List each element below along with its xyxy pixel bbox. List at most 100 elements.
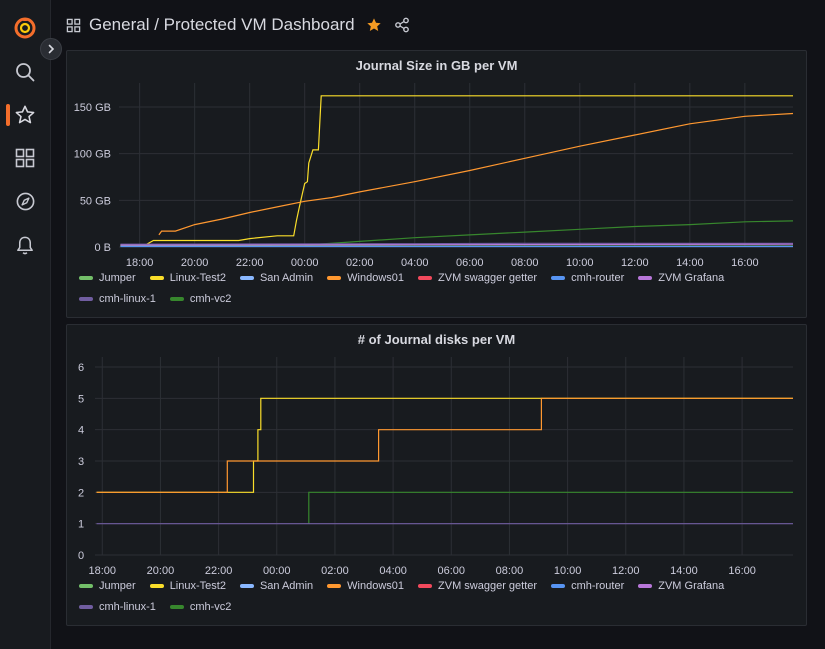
y-tick-label: 4 <box>78 425 84 437</box>
legend-label: Jumper <box>99 272 136 284</box>
legend-swatch <box>149 584 164 588</box>
chart-legend: Jumper Linux-Test2 San Admin Windows01 ZVM s… <box>79 270 798 307</box>
star-filled-icon[interactable] <box>366 17 382 33</box>
legend-item[interactable]: ZVM swagger getter <box>418 578 537 594</box>
breadcrumb: General / Protected VM Dashboard <box>66 12 410 38</box>
x-tick-label: 04:00 <box>379 565 407 577</box>
legend-item[interactable]: cmh-linux-1 <box>79 599 156 615</box>
journal-size-chart[interactable]: 0 B 50 GB 100 GB 150 GB 18:00 20:00 22:00 00:00… <box>67 51 806 271</box>
chevron-right-icon <box>48 44 55 54</box>
legend-swatch <box>638 584 653 588</box>
x-tick-label: 20:00 <box>147 565 175 577</box>
legend-item[interactable]: cmh-router <box>551 270 624 286</box>
legend-swatch <box>327 276 342 280</box>
series-line-windows01[interactable] <box>96 397 794 493</box>
y-tick-label: 2 <box>78 487 84 499</box>
y-tick-label: 1 <box>78 519 84 531</box>
legend-item[interactable]: Windows01 <box>327 270 404 286</box>
journal-size-panel: Journal Size in GB per VM 0 B 50 GB 100 GB… <box>66 50 807 318</box>
page-title[interactable]: Protected VM Dashboard <box>164 15 355 35</box>
legend-swatch <box>169 297 184 301</box>
legend-swatch <box>327 584 342 588</box>
legend-label: ZVM swagger getter <box>438 272 538 284</box>
legend-swatch <box>239 276 254 280</box>
legend-item[interactable]: cmh-vc2 <box>169 599 232 615</box>
explore-compass-icon[interactable] <box>13 189 37 213</box>
series-line-linux-test2[interactable] <box>96 397 794 493</box>
starred-icon[interactable] <box>13 103 37 127</box>
x-tick-label: 00:00 <box>263 565 291 577</box>
y-tick-label: 0 B <box>94 242 111 254</box>
legend-label: San Admin <box>259 272 314 284</box>
legend-label: cmh-router <box>571 272 625 284</box>
series-line-cmh-vc2[interactable] <box>308 491 793 524</box>
y-tick-label: 50 GB <box>80 195 111 207</box>
legend-item[interactable]: Windows01 <box>327 578 404 594</box>
x-tick-label: 20:00 <box>181 257 209 269</box>
legend-label: Linux-Test2 <box>169 272 226 284</box>
legend-swatch <box>418 584 433 588</box>
y-tick-label: 100 GB <box>74 149 111 161</box>
dashboards-icon[interactable] <box>13 146 37 170</box>
legend-label: ZVM Grafana <box>658 580 725 592</box>
search-icon[interactable] <box>13 60 37 84</box>
x-tick-label: 10:00 <box>554 565 582 577</box>
legend-swatch <box>418 276 433 280</box>
series-line-cmh-vc2[interactable] <box>304 220 794 246</box>
legend-swatch <box>79 584 93 588</box>
x-tick-label: 06:00 <box>456 257 484 269</box>
sidebar-expand-button[interactable] <box>40 38 62 60</box>
x-tick-label: 08:00 <box>511 257 539 269</box>
legend-label: cmh-vc2 <box>189 601 232 613</box>
x-tick-label: 16:00 <box>731 257 759 269</box>
share-icon[interactable] <box>394 17 410 33</box>
series-line-windows01[interactable] <box>158 112 794 236</box>
active-indicator <box>6 104 10 126</box>
y-tick-label: 0 <box>78 550 84 562</box>
legend-label: cmh-router <box>571 580 625 592</box>
legend-label: cmh-vc2 <box>189 293 232 305</box>
legend-item[interactable]: ZVM Grafana <box>638 578 724 594</box>
legend-label: cmh-linux-1 <box>99 293 156 305</box>
legend-item[interactable]: cmh-linux-1 <box>79 291 156 307</box>
x-tick-label: 06:00 <box>438 565 466 577</box>
legend-item[interactable]: cmh-vc2 <box>169 291 232 307</box>
x-tick-label: 14:00 <box>676 257 704 269</box>
chart-legend: Jumper Linux-Test2 San Admin Windows01 ZVM s… <box>79 578 798 615</box>
breadcrumb-separator: / <box>149 15 164 34</box>
legend-item[interactable]: Linux-Test2 <box>149 578 226 594</box>
legend-label: Windows01 <box>347 580 405 592</box>
legend-swatch <box>149 276 164 280</box>
x-tick-label: 12:00 <box>612 565 640 577</box>
alerting-bell-icon[interactable] <box>13 233 37 257</box>
breadcrumb-folder[interactable]: General <box>89 15 149 35</box>
legend-item[interactable]: Jumper <box>79 270 136 286</box>
legend-swatch <box>79 297 93 301</box>
legend-item[interactable]: ZVM swagger getter <box>418 270 537 286</box>
x-tick-label: 14:00 <box>670 565 698 577</box>
journal-disks-chart[interactable]: 0 1 2 3 4 5 6 18:00 20:00 22:00 00:00 02:00 04:00 06:… <box>67 325 806 580</box>
series-line-linux-test2[interactable] <box>120 95 793 246</box>
legend-item[interactable]: cmh-router <box>551 578 624 594</box>
x-tick-label: 16:00 <box>728 565 756 577</box>
journal-disks-panel: # of Journal disks per VM 0 1 2 3 4 5 6 18:00 20… <box>66 324 807 626</box>
y-tick-label: 150 GB <box>74 102 111 114</box>
x-tick-label: 08:00 <box>496 565 524 577</box>
legend-label: ZVM Grafana <box>658 272 725 284</box>
y-tick-label: 5 <box>78 393 84 405</box>
legend-item[interactable]: Jumper <box>79 578 136 594</box>
legend-item[interactable]: Linux-Test2 <box>149 270 226 286</box>
x-tick-label: 18:00 <box>89 565 117 577</box>
grafana-logo-icon[interactable] <box>13 16 37 40</box>
y-tick-label: 6 <box>78 362 84 374</box>
x-tick-label: 10:00 <box>566 257 594 269</box>
x-tick-label: 22:00 <box>205 565 233 577</box>
x-tick-label: 00:00 <box>291 257 319 269</box>
legend-label: Jumper <box>99 580 136 592</box>
legend-item[interactable]: San Admin <box>239 578 313 594</box>
sidebar <box>0 0 51 649</box>
dashboard-grid-icon <box>66 18 81 32</box>
legend-item[interactable]: ZVM Grafana <box>638 270 724 286</box>
legend-item[interactable]: San Admin <box>239 270 314 286</box>
legend-swatch <box>551 584 566 588</box>
